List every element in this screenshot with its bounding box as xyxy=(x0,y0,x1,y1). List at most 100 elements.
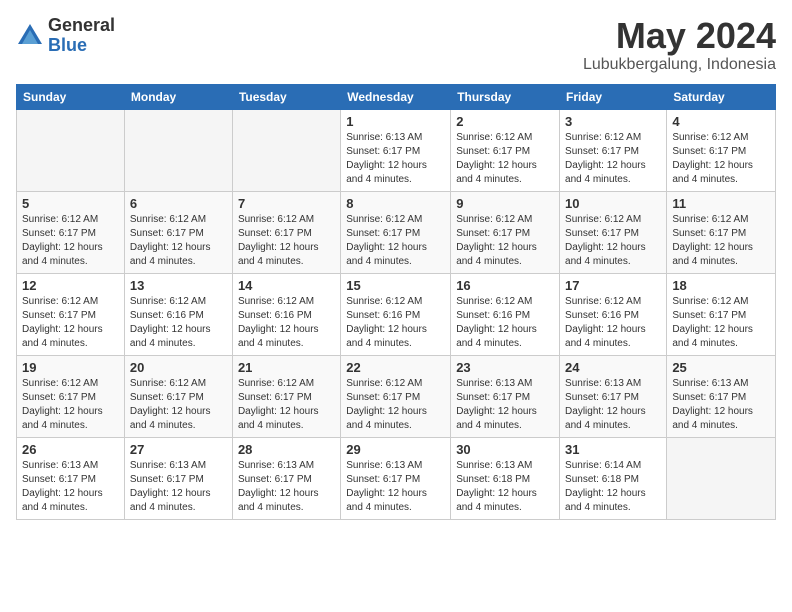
day-info: Sunrise: 6:12 AM Sunset: 6:17 PM Dayligh… xyxy=(238,213,335,269)
calendar-cell: 27 Sunrise: 6:13 AM Sunset: 6:17 PM Dayli… xyxy=(124,437,232,519)
calendar-cell: 9 Sunrise: 6:12 AM Sunset: 6:17 PM Daylig… xyxy=(451,191,560,273)
calendar-cell: 4 Sunrise: 6:12 AM Sunset: 6:17 PM Daylig… xyxy=(667,109,776,191)
day-number: 7 xyxy=(238,196,335,211)
calendar-week-2: 5Sunrise: 6:12 AM Sunset: 6:17 PM Daylig… xyxy=(17,191,776,273)
day-number: 23 xyxy=(456,360,554,375)
day-info: Sunrise: 6:12 AM Sunset: 6:16 PM Dayligh… xyxy=(456,295,554,351)
day-info: Sunrise: 6:14 AM Sunset: 6:18 PM Dayligh… xyxy=(565,459,661,515)
day-number: 30 xyxy=(456,442,554,457)
day-number: 16 xyxy=(456,278,554,293)
header-thursday: Thursday xyxy=(451,84,560,109)
day-number: 27 xyxy=(130,442,227,457)
logo-general: General xyxy=(48,16,115,36)
day-info: Sunrise: 6:12 AM Sunset: 6:17 PM Dayligh… xyxy=(672,213,770,269)
calendar-cell: 23Sunrise: 6:13 AM Sunset: 6:17 PM Dayli… xyxy=(451,355,560,437)
calendar-cell: 6 Sunrise: 6:12 AM Sunset: 6:17 PM Daylig… xyxy=(124,191,232,273)
day-number: 9 xyxy=(456,196,554,211)
day-info: Sunrise: 6:12 AM Sunset: 6:17 PM Dayligh… xyxy=(672,131,770,187)
day-info: Sunrise: 6:13 AM Sunset: 6:17 PM Dayligh… xyxy=(346,131,445,187)
calendar-cell: 28Sunrise: 6:13 AM Sunset: 6:17 PM Dayli… xyxy=(232,437,340,519)
calendar-week-1: 1 Sunrise: 6:13 AM Sunset: 6:17 PM Daylig… xyxy=(17,109,776,191)
day-number: 31 xyxy=(565,442,661,457)
calendar-week-3: 12 Sunrise: 6:12 AM Sunset: 6:17 PM Dayli… xyxy=(17,273,776,355)
header-friday: Friday xyxy=(560,84,667,109)
day-info: Sunrise: 6:13 AM Sunset: 6:17 PM Dayligh… xyxy=(346,459,445,515)
calendar-cell: 1 Sunrise: 6:13 AM Sunset: 6:17 PM Daylig… xyxy=(341,109,451,191)
day-info: Sunrise: 6:12 AM Sunset: 6:17 PM Dayligh… xyxy=(130,377,227,433)
logo: General Blue xyxy=(16,16,115,56)
day-number: 29 xyxy=(346,442,445,457)
calendar-cell xyxy=(232,109,340,191)
day-number: 2 xyxy=(456,114,554,129)
calendar-cell: 30 Sunrise: 6:13 AM Sunset: 6:18 PM Dayli… xyxy=(451,437,560,519)
calendar-cell: 16 Sunrise: 6:12 AM Sunset: 6:16 PM Dayli… xyxy=(451,273,560,355)
day-number: 11 xyxy=(672,196,770,211)
header-sunday: Sunday xyxy=(17,84,125,109)
day-number: 18 xyxy=(672,278,770,293)
calendar-cell: 15 Sunrise: 6:12 AM Sunset: 6:16 PM Dayli… xyxy=(341,273,451,355)
title-block: May 2024 Lubukbergalung, Indonesia xyxy=(583,16,776,74)
calendar-cell: 3Sunrise: 6:12 AM Sunset: 6:17 PM Daylig… xyxy=(560,109,667,191)
day-info: Sunrise: 6:12 AM Sunset: 6:17 PM Dayligh… xyxy=(238,377,335,433)
calendar-cell: 5Sunrise: 6:12 AM Sunset: 6:17 PM Daylig… xyxy=(17,191,125,273)
day-info: Sunrise: 6:13 AM Sunset: 6:18 PM Dayligh… xyxy=(456,459,554,515)
calendar-cell: 14Sunrise: 6:12 AM Sunset: 6:16 PM Dayli… xyxy=(232,273,340,355)
calendar-cell: 24 Sunrise: 6:13 AM Sunset: 6:17 PM Dayli… xyxy=(560,355,667,437)
day-info: Sunrise: 6:13 AM Sunset: 6:17 PM Dayligh… xyxy=(130,459,227,515)
day-info: Sunrise: 6:12 AM Sunset: 6:16 PM Dayligh… xyxy=(565,295,661,351)
logo-icon xyxy=(16,22,44,50)
day-number: 6 xyxy=(130,196,227,211)
day-info: Sunrise: 6:12 AM Sunset: 6:17 PM Dayligh… xyxy=(22,377,119,433)
calendar-cell: 17 Sunrise: 6:12 AM Sunset: 6:16 PM Dayli… xyxy=(560,273,667,355)
day-number: 12 xyxy=(22,278,119,293)
calendar-table: SundayMondayTuesdayWednesdayThursdayFrid… xyxy=(16,84,776,520)
calendar-cell: 11 Sunrise: 6:12 AM Sunset: 6:17 PM Dayli… xyxy=(667,191,776,273)
day-info: Sunrise: 6:13 AM Sunset: 6:17 PM Dayligh… xyxy=(565,377,661,433)
calendar-cell: 29 Sunrise: 6:13 AM Sunset: 6:17 PM Dayli… xyxy=(341,437,451,519)
calendar-cell: 22 Sunrise: 6:12 AM Sunset: 6:17 PM Dayli… xyxy=(341,355,451,437)
day-number: 8 xyxy=(346,196,445,211)
day-number: 22 xyxy=(346,360,445,375)
day-info: Sunrise: 6:12 AM Sunset: 6:17 PM Dayligh… xyxy=(130,213,227,269)
logo-blue: Blue xyxy=(48,36,115,56)
month-title: May 2024 xyxy=(583,16,776,56)
calendar-cell: 7 Sunrise: 6:12 AM Sunset: 6:17 PM Daylig… xyxy=(232,191,340,273)
calendar-cell: 10 Sunrise: 6:12 AM Sunset: 6:17 PM Dayli… xyxy=(560,191,667,273)
day-number: 10 xyxy=(565,196,661,211)
calendar-cell: 18 Sunrise: 6:12 AM Sunset: 6:17 PM Dayli… xyxy=(667,273,776,355)
day-number: 1 xyxy=(346,114,445,129)
day-number: 4 xyxy=(672,114,770,129)
calendar-cell: 19 Sunrise: 6:12 AM Sunset: 6:17 PM Dayli… xyxy=(17,355,125,437)
calendar-cell: 21Sunrise: 6:12 AM Sunset: 6:17 PM Dayli… xyxy=(232,355,340,437)
calendar-cell: 26Sunrise: 6:13 AM Sunset: 6:17 PM Dayli… xyxy=(17,437,125,519)
day-info: Sunrise: 6:12 AM Sunset: 6:17 PM Dayligh… xyxy=(565,131,661,187)
day-number: 15 xyxy=(346,278,445,293)
day-info: Sunrise: 6:12 AM Sunset: 6:17 PM Dayligh… xyxy=(346,213,445,269)
location-title: Lubukbergalung, Indonesia xyxy=(583,56,776,74)
calendar-cell: 25 Sunrise: 6:13 AM Sunset: 6:17 PM Dayli… xyxy=(667,355,776,437)
day-number: 13 xyxy=(130,278,227,293)
day-info: Sunrise: 6:12 AM Sunset: 6:16 PM Dayligh… xyxy=(238,295,335,351)
calendar-cell: 31 Sunrise: 6:14 AM Sunset: 6:18 PM Dayli… xyxy=(560,437,667,519)
day-info: Sunrise: 6:12 AM Sunset: 6:17 PM Dayligh… xyxy=(565,213,661,269)
day-number: 25 xyxy=(672,360,770,375)
day-number: 19 xyxy=(22,360,119,375)
day-number: 24 xyxy=(565,360,661,375)
calendar-cell: 2Sunrise: 6:12 AM Sunset: 6:17 PM Daylig… xyxy=(451,109,560,191)
day-number: 20 xyxy=(130,360,227,375)
day-info: Sunrise: 6:13 AM Sunset: 6:17 PM Dayligh… xyxy=(22,459,119,515)
header-saturday: Saturday xyxy=(667,84,776,109)
day-info: Sunrise: 6:12 AM Sunset: 6:17 PM Dayligh… xyxy=(672,295,770,351)
day-info: Sunrise: 6:12 AM Sunset: 6:17 PM Dayligh… xyxy=(456,213,554,269)
header-tuesday: Tuesday xyxy=(232,84,340,109)
header-wednesday: Wednesday xyxy=(341,84,451,109)
day-number: 17 xyxy=(565,278,661,293)
calendar-header-row: SundayMondayTuesdayWednesdayThursdayFrid… xyxy=(17,84,776,109)
day-info: Sunrise: 6:13 AM Sunset: 6:17 PM Dayligh… xyxy=(672,377,770,433)
day-info: Sunrise: 6:12 AM Sunset: 6:16 PM Dayligh… xyxy=(346,295,445,351)
calendar-cell xyxy=(667,437,776,519)
calendar-cell: 8 Sunrise: 6:12 AM Sunset: 6:17 PM Daylig… xyxy=(341,191,451,273)
day-info: Sunrise: 6:13 AM Sunset: 6:17 PM Dayligh… xyxy=(238,459,335,515)
day-info: Sunrise: 6:12 AM Sunset: 6:17 PM Dayligh… xyxy=(346,377,445,433)
calendar-cell: 20 Sunrise: 6:12 AM Sunset: 6:17 PM Dayli… xyxy=(124,355,232,437)
